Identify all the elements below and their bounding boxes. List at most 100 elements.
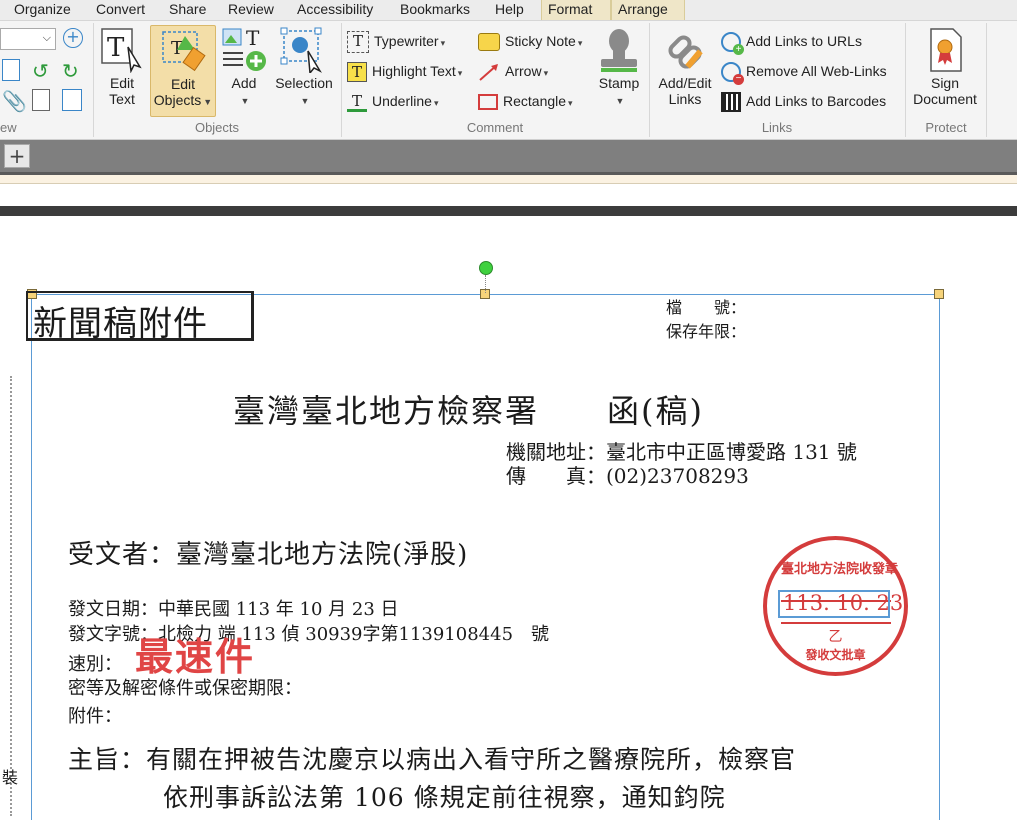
document-tab-strip: +	[0, 140, 1017, 175]
remove-all-web-links-button[interactable]: − Remove All Web-Links	[721, 60, 887, 86]
underline-button[interactable]: T Underline ▾	[347, 90, 438, 113]
chevron-down-icon: ▾	[577, 38, 583, 48]
chevron-down-icon: ▼	[300, 96, 310, 106]
globe-add-icon: +	[721, 32, 744, 56]
edit-text-icon: T	[101, 28, 142, 73]
zoom-in-icon[interactable]: +	[63, 28, 83, 48]
chevron-down-icon: ▾	[457, 68, 463, 78]
retention-label: 保存年限：	[666, 322, 747, 341]
document-icon[interactable]	[32, 89, 50, 111]
add-button[interactable]: T Add ▼	[219, 27, 269, 115]
menu-bookmarks[interactable]: Bookmarks	[400, 0, 470, 20]
resize-handle-top-right[interactable]	[934, 289, 944, 299]
selection-label: Selection	[275, 75, 333, 91]
file-number-label: 檔 號：	[666, 298, 747, 317]
zoom-dropdown[interactable]: ⌵	[0, 28, 56, 50]
sticky-note-button[interactable]: Sticky Note ▾	[478, 30, 582, 52]
view-group-label: ew	[0, 120, 17, 135]
rectangle-icon	[478, 94, 498, 111]
issue-date-line: 發文日期：中華民國 113 年 10 月 23 日	[68, 599, 399, 620]
arrow-icon	[479, 64, 498, 82]
menu-arrange[interactable]: Arrange	[611, 0, 685, 20]
qr-code-icon	[721, 92, 741, 113]
tab-underline-bar	[0, 175, 1017, 184]
rotation-connector	[485, 275, 486, 293]
menu-bar: Organize Convert Share Review Accessibil…	[0, 0, 1017, 21]
menu-convert[interactable]: Convert	[96, 0, 145, 20]
urgent-stamp: 最速件	[135, 634, 256, 679]
document-page[interactable]: 裝 新聞稿附件 檔 號： 保存年限： 臺灣臺北地方檢察署 函(稿) 機關地址：臺…	[0, 216, 1017, 820]
chevron-down-icon: ▼	[203, 97, 213, 107]
add-label: Add	[231, 75, 257, 91]
binding-line	[10, 376, 12, 816]
edit-objects-button[interactable]: T Edit Objects ▼	[150, 25, 216, 117]
rotate-left-icon[interactable]: ↺	[32, 59, 49, 83]
highlight-text-button[interactable]: T Highlight Text ▾	[347, 60, 463, 83]
menu-review[interactable]: Review	[228, 0, 274, 20]
separator	[986, 23, 987, 137]
add-links-to-urls-button[interactable]: + Add Links to URLs	[721, 30, 862, 56]
rotation-handle[interactable]	[479, 261, 493, 275]
subject-line-1: 主旨：有關在押被告沈慶京以病出入看守所之醫療院所，檢察官	[68, 745, 797, 774]
menu-format[interactable]: Format	[541, 0, 611, 20]
edit-objects-label-1: Edit	[170, 76, 196, 92]
highlight-text-label: Highlight Text	[372, 63, 456, 79]
edit-text-button[interactable]: T Edit Text	[97, 27, 147, 115]
objects-group-label: Objects	[194, 120, 240, 135]
chevron-down-icon: ▾	[568, 98, 573, 108]
chevron-down-icon: ▾	[543, 68, 549, 78]
remove-all-web-links-label: Remove All Web-Links	[746, 63, 887, 79]
sign-document-button[interactable]: Sign Document	[909, 27, 981, 115]
rectangle-button[interactable]: Rectangle ▾	[478, 90, 573, 112]
add-object-icon: T	[222, 27, 266, 71]
menu-organize[interactable]: Organize	[14, 0, 71, 20]
stamp-bottom-text: 發收文批章	[805, 648, 866, 662]
selection-button[interactable]: Selection ▼	[271, 27, 337, 115]
stamp-grade: 乙	[828, 629, 843, 645]
arrow-button[interactable]: Arrow ▾	[478, 60, 548, 82]
sticky-note-icon	[478, 33, 500, 52]
chevron-down-icon: ▼	[615, 96, 625, 106]
add-edit-links-button[interactable]: Add/Edit Links	[653, 27, 717, 115]
typewriter-label: Typewriter	[374, 33, 439, 49]
typewriter-button[interactable]: T Typewriter ▾	[347, 30, 446, 54]
main-title: 臺灣臺北地方檢察署 函(稿)	[233, 392, 704, 430]
new-tab-button[interactable]: +	[4, 144, 30, 168]
edit-objects-label-2: Objects	[153, 92, 202, 108]
recipient-line: 受文者：臺灣臺北地方法院(淨股)	[68, 540, 469, 570]
speed-label: 速別：	[68, 654, 122, 675]
add-edit-links-label-1: Add/Edit	[658, 75, 712, 91]
rotate-right-icon[interactable]: ↻	[62, 59, 79, 83]
comment-group-label: Comment	[466, 120, 524, 135]
add-edit-links-label-2: Links	[668, 91, 702, 107]
edit-text-label-1: Edit	[109, 75, 135, 91]
page-icon[interactable]	[2, 59, 20, 81]
settings-icon[interactable]	[62, 89, 82, 111]
protect-group-label: Protect	[925, 120, 967, 135]
attachment-line: 附件：	[68, 706, 122, 727]
chevron-down-icon: ▾	[440, 38, 446, 48]
sign-document-label-2: Document	[913, 91, 977, 107]
svg-text:T: T	[107, 33, 125, 63]
chevron-down-icon: ▼	[240, 96, 250, 106]
edit-text-label-2: Text	[109, 91, 135, 107]
sticky-note-label: Sticky Note	[505, 33, 576, 49]
edit-objects-icon: T	[162, 31, 206, 72]
menu-share[interactable]: Share	[169, 0, 206, 20]
menu-help[interactable]: Help	[495, 0, 524, 20]
selection-icon	[280, 27, 322, 73]
underline-label: Underline	[372, 93, 432, 109]
fax-line: 傳 真：(02)23708293	[506, 464, 749, 488]
binding-mark: 裝	[2, 768, 19, 787]
add-links-to-barcodes-button[interactable]: Add Links to Barcodes	[721, 90, 886, 113]
stamp-label: Stamp	[598, 75, 640, 91]
stamp-top-text: 臺北地方法院收發章	[781, 562, 899, 577]
svg-text:T: T	[246, 27, 260, 50]
stamp-button[interactable]: Stamp ▼	[594, 27, 644, 115]
menu-accessibility[interactable]: Accessibility	[297, 0, 373, 20]
attachment-icon[interactable]: 📎	[2, 89, 27, 113]
chevron-down-icon: ⌵	[42, 31, 51, 44]
link-icon	[668, 35, 703, 69]
subject-line-2: 依刑事訴訟法第 106 條規定前往視察，通知鈞院	[163, 783, 726, 812]
rectangle-label: Rectangle	[503, 93, 567, 109]
